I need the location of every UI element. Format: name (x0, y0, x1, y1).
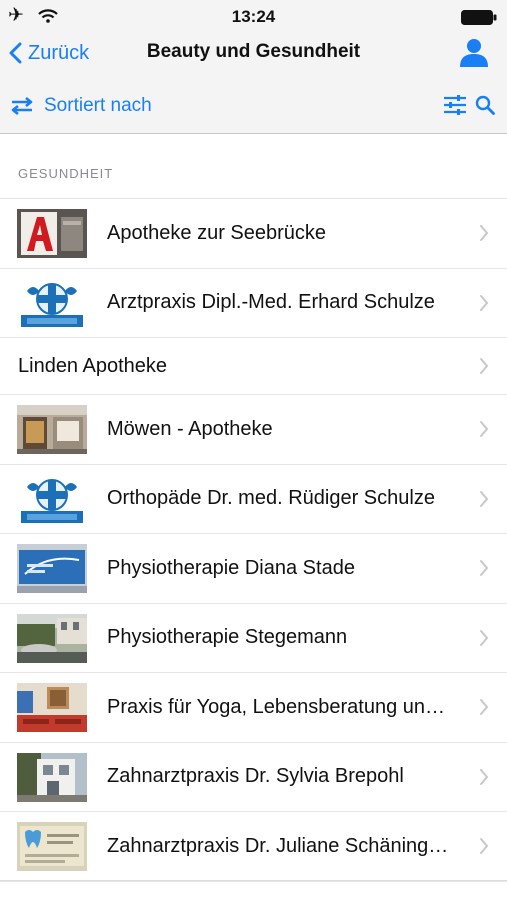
list-item-label: Zahnarztpraxis Dr. Juliane Schäning… (107, 834, 449, 857)
list-item[interactable]: Linden Apotheke (0, 338, 507, 395)
doctor-logo-thumbnail (17, 474, 87, 524)
street-photo-thumbnail (17, 613, 87, 663)
room-photo-thumbnail (17, 683, 87, 732)
list-bottom-divider (0, 880, 507, 881)
list-item-label: Linden Apotheke (18, 354, 168, 377)
list-item-label: Apotheke zur Seebrücke (107, 221, 327, 244)
list-item[interactable]: Apotheke zur Seebrücke (0, 199, 507, 269)
list-item-label: Arztpraxis Dipl.-Med. Erhard Schulze (107, 291, 435, 314)
sort-arrows-icon (11, 96, 33, 116)
list-item-label: Physiotherapie Diana Stade (107, 556, 355, 579)
list-item-label: Zahnarztpraxis Dr. Sylvia Brepohl (107, 765, 404, 788)
section-header: GESUNDHEIT (18, 166, 114, 181)
list-item[interactable]: Zahnarztpraxis Dr. Juliane Schäning… (0, 812, 507, 882)
toolbar: Sortiert nach (0, 88, 507, 124)
search-icon[interactable] (475, 95, 495, 115)
list-item[interactable]: Zahnarztpraxis Dr. Sylvia Brepohl (0, 743, 507, 812)
chevron-right-icon (480, 838, 489, 855)
sort-button-label: Sortiert nach (44, 95, 152, 116)
list-item[interactable]: Orthopäde Dr. med. Rüdiger Schulze (0, 465, 507, 534)
chevron-right-icon (480, 699, 489, 716)
list-item-label: Möwen - Apotheke (107, 417, 273, 440)
chevron-right-icon (480, 629, 489, 646)
list-item-label: Physiotherapie Stegemann (107, 626, 348, 649)
chevron-right-icon (480, 225, 489, 242)
list-item[interactable]: Praxis für Yoga, Lebensberatung un… (0, 673, 507, 743)
status-bar: ✈ 13:24 (0, 0, 507, 34)
pharmacy-logo-thumbnail (17, 209, 87, 258)
sort-button[interactable]: Sortiert nach (10, 92, 152, 120)
business-list: Apotheke zur Seebrücke Arztpraxis Dipl.-… (0, 198, 507, 882)
top-bar: ✈ 13:24 Zurück Beauty und Gesundheit Sor… (0, 0, 507, 134)
list-item[interactable]: Physiotherapie Diana Stade (0, 534, 507, 604)
chevron-right-icon (480, 294, 489, 311)
doctor-logo-thumbnail (17, 278, 87, 328)
user-icon[interactable] (459, 37, 489, 67)
list-item[interactable]: Arztpraxis Dipl.-Med. Erhard Schulze (0, 269, 507, 338)
dental-sign-thumbnail (17, 822, 87, 871)
filter-sliders-icon[interactable] (443, 94, 467, 116)
page-title: Beauty und Gesundheit (146, 41, 361, 62)
list-item[interactable]: Physiotherapie Stegemann (0, 604, 507, 673)
blue-sign-thumbnail (17, 544, 87, 593)
list-item-label: Praxis für Yoga, Lebensberatung un… (107, 695, 446, 718)
battery-icon (461, 10, 497, 25)
chevron-right-icon (480, 421, 489, 438)
chevron-right-icon (480, 358, 489, 374)
building-photo-thumbnail (17, 752, 87, 802)
navigation-bar: Zurück Beauty und Gesundheit (0, 34, 507, 74)
status-time: 13:24 (231, 7, 276, 26)
chevron-right-icon (480, 768, 489, 785)
chevron-right-icon (480, 560, 489, 577)
chevron-right-icon (480, 490, 489, 507)
list-item-label: Orthopäde Dr. med. Rüdiger Schulze (107, 487, 435, 510)
shop-photo-thumbnail (17, 405, 87, 454)
list-item[interactable]: Möwen - Apotheke (0, 395, 507, 465)
